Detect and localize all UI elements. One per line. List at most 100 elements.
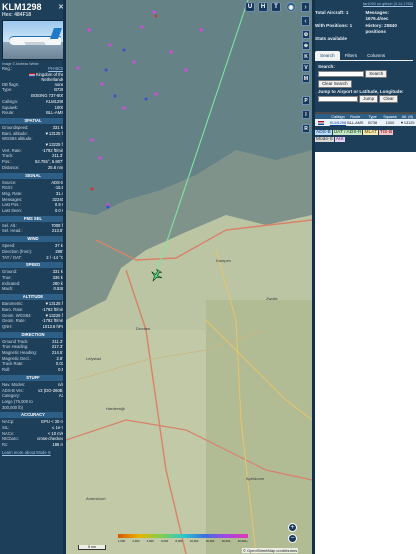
aircraft-photo[interactable]: [2, 20, 64, 60]
place-label-0: Kampen: [216, 258, 231, 263]
map-side-button-m[interactable]: M: [302, 74, 310, 83]
total-aircraft: Total Aircraft: 1: [315, 10, 349, 15]
place-label-2: Harderwijk: [106, 406, 125, 411]
section-direction: DIRECTION: [0, 331, 66, 338]
spatial-value: ▼13125 ft: [44, 130, 64, 136]
settings-icon-2[interactable]: ⊕: [302, 41, 310, 50]
info-sections: SPATIAL Groundspeed: 331 kt Baro. altitude:…: [0, 117, 66, 448]
col-callsign[interactable]: Callsign: [329, 115, 346, 119]
wind-value: 2 / -14 °C: [46, 254, 64, 260]
fmssel-row: Sel. Head.: 213.8°: [0, 228, 66, 234]
section-fmssel: FMS SEL: [0, 215, 66, 222]
jump-button[interactable]: Jump: [359, 95, 379, 103]
aircraft-header: KLM1298 ✕ Hex: 484F18: [0, 0, 66, 18]
altitude-legend-labels: 1,000 2,000 4,000 6,000 8,000 10,000 20,000 30,…: [118, 539, 248, 543]
panel-tabs: Search Filters Columns: [315, 51, 413, 60]
callsign-title: KLM1298: [2, 2, 42, 12]
map-attribution: © OpenStreetMap contributors: [242, 548, 299, 553]
direction-row: Roll: 0.5: [0, 367, 66, 373]
section-accuracy: ACCURACY: [0, 412, 66, 419]
table-row[interactable]: KLM1298 BLL-AMS B738 1000 ▼13125: [312, 119, 416, 126]
spatial-row: Distance: 25.8 nmi: [0, 165, 66, 171]
settings-icon[interactable]: ⚙: [302, 30, 310, 39]
map-button-t[interactable]: T: [271, 2, 281, 12]
altitude-value: 1013.6 hPa: [42, 323, 64, 329]
altitude-legend-bar: [118, 534, 248, 538]
accuracy-row: Rc: 186 m: [0, 442, 66, 448]
photo-plane-wing: [24, 42, 46, 45]
stats-grid: Total Aircraft: 1 Messages: 1676.4/sec W…: [315, 10, 413, 42]
col-route[interactable]: Route: [347, 115, 364, 119]
footer-link-row: Learn more about Mode S: [0, 450, 66, 456]
map-side-button-v[interactable]: V: [302, 63, 310, 72]
search-box: Search: Search Clear Search Jump to Airp…: [315, 60, 413, 105]
chevron-left-icon[interactable]: ‹: [301, 16, 310, 26]
land-east: [206, 300, 312, 554]
flag-icon: [28, 72, 35, 77]
info-route: Route: BLL-AMS: [2, 110, 64, 116]
map-button-h[interactable]: H: [258, 2, 268, 12]
col-altitude[interactable]: Alt. (ft): [399, 115, 416, 119]
direction-label: Roll:: [2, 367, 11, 373]
tab-search[interactable]: Search: [315, 51, 340, 60]
section-signal: SIGNAL: [0, 172, 66, 179]
place-label-4: Lelystad: [86, 356, 101, 361]
section-spatial: SPATIAL: [0, 117, 66, 124]
place-label-6: Amersfoort: [86, 496, 106, 501]
stuff-row: 300,000 lb): [0, 405, 66, 411]
search-button[interactable]: Search: [365, 70, 388, 78]
stats-available[interactable]: Stats available: [315, 36, 363, 42]
speed-label: Mach:: [2, 286, 14, 292]
aircraft-table: Callsign Route Type Squawk Alt. (ft) KLM…: [312, 112, 416, 146]
wind-label: TAT / OAT:: [2, 254, 22, 260]
jump-input[interactable]: [318, 96, 358, 102]
zoom-in-button[interactable]: +: [288, 523, 297, 532]
mode-s-link[interactable]: Learn more about Mode S: [2, 450, 51, 456]
hex-code: Hex: 484F18: [2, 12, 32, 18]
github-link[interactable]: tar1090 on github (3.14.1765): [315, 2, 413, 6]
map-scale: 5 nm: [78, 545, 106, 550]
map-canvas: Kampen Dronten Harderwijk Zwolle Lelysta…: [66, 0, 312, 554]
spatial-label: WGS84 altitude:: [2, 136, 33, 142]
table-header: Callsign Route Type Squawk Alt. (ft): [312, 112, 416, 119]
map-side-button-p[interactable]: P: [302, 96, 310, 105]
search-input[interactable]: [318, 71, 364, 77]
panel-divider[interactable]: [312, 0, 315, 554]
section-speed: SPEED: [0, 262, 66, 269]
source-mlat: MLAT: [363, 130, 378, 135]
accuracy-label: Rc:: [2, 442, 9, 448]
section-altitude: ALTITUDE: [0, 294, 66, 301]
col-type[interactable]: Type: [364, 115, 381, 119]
messages: Messages: 1676.4/sec: [365, 10, 390, 21]
place-label-5: Apeldoorn: [246, 476, 264, 481]
aircraft-list-panel: tar1090 on github (3.14.1765) Total Airc…: [312, 0, 416, 554]
wind-row: TAT / OAT: 2 / -14 °C: [0, 255, 66, 261]
map-side-button-r[interactable]: R: [302, 124, 310, 133]
clear-button[interactable]: Clear: [379, 95, 398, 103]
tab-filters[interactable]: Filters: [340, 51, 363, 60]
layers-icon[interactable]: ◉: [286, 2, 296, 12]
source-tisb: TIS-B: [378, 130, 394, 135]
section-wind: WIND: [0, 236, 66, 243]
speed-row: Mach: 0.536: [0, 286, 66, 292]
chevron-right-icon[interactable]: ›: [301, 2, 310, 12]
map-button-u[interactable]: U: [245, 2, 255, 12]
signal-label: Last Seen:: [2, 208, 23, 214]
tab-columns[interactable]: Columns: [362, 51, 390, 60]
with-positions: With Positions: 1: [315, 23, 353, 28]
fmssel-label: Sel. Head.:: [2, 228, 23, 234]
spatial-value: 25.8 nmi: [47, 164, 64, 170]
spatial-label: Distance:: [2, 164, 20, 170]
zoom-out-button[interactable]: −: [288, 534, 297, 543]
stuff-label: 300,000 lb): [2, 404, 23, 410]
clear-search-button[interactable]: Clear Search: [318, 80, 352, 88]
place-label-1: Dronten: [136, 326, 150, 331]
col-squawk[interactable]: Squawk: [381, 115, 398, 119]
tar1090-app: KLM1298 ✕ Hex: 484F18 Image © Andreas We…: [0, 0, 416, 554]
selected-aircraft-marker[interactable]: [148, 268, 164, 284]
source-ais: AIS: [334, 137, 345, 142]
map-view[interactable]: Kampen Dronten Harderwijk Zwolle Lelysta…: [66, 0, 312, 554]
map-side-button-i[interactable]: I: [302, 110, 310, 119]
map-side-button-k[interactable]: K: [302, 52, 310, 61]
country: Kingdom of the Netherlands: [0, 72, 66, 82]
